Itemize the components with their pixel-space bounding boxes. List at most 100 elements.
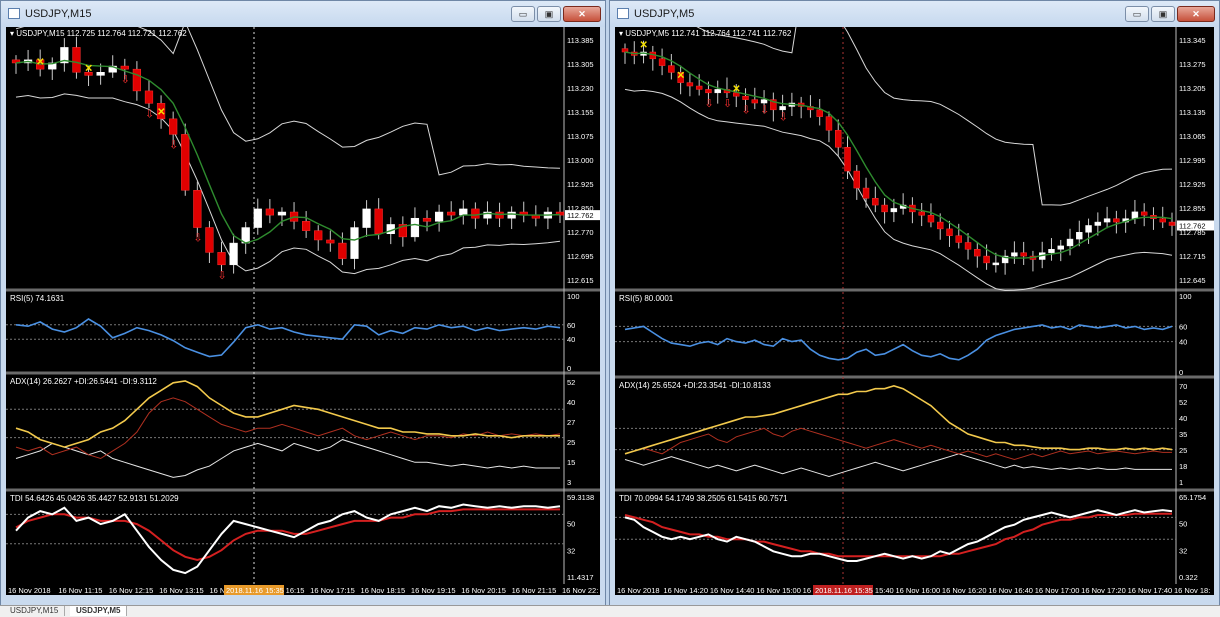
maximize-button[interactable]: ▣ (537, 6, 561, 22)
bear-candle (686, 82, 694, 87)
bollinger-upper-line (15, 27, 561, 176)
minus-di-line (15, 439, 560, 478)
bull-candle (410, 217, 420, 238)
price-axis-label: 113.345 (1179, 36, 1206, 45)
tab-usdjpy-m5[interactable]: USDJPY,M5 (70, 606, 128, 616)
sell-arrow-icon: ⇩ (742, 105, 751, 117)
bear-candle (169, 118, 178, 135)
adx-axis-label: 40 (1179, 414, 1187, 423)
bear-candle (217, 252, 226, 266)
adx-axis-label: 25 (1179, 446, 1187, 455)
price-panel-label: ▾ USDJPY,M15 112.725 112.764 112.721 112… (10, 29, 187, 38)
bear-candle (946, 228, 953, 236)
minimize-button[interactable]: ▭ (1125, 6, 1149, 22)
minimize-button[interactable]: ▭ (511, 6, 535, 22)
bear-candle (302, 221, 311, 231)
chart-window-m5[interactable]: USDJPY,M5 ▭ ▣ ✕ ✕ ✕ ✕ ⇩ ⇩ ⇩ ⇩ ⇩ 113.345 113.275 11… (609, 0, 1220, 606)
chart-canvas[interactable]: ✕ ✕ ✕ ⇩ ⇩ ⇩ ⇩ ⇩ 113.385 113.305 113.230 113.155 113.… (6, 27, 600, 595)
bull-candle (507, 211, 516, 219)
bear-candle (447, 211, 456, 216)
price-axis-label: 112.855 (1179, 204, 1206, 213)
price-axis-label: 113.155 (567, 108, 594, 117)
tdi-axis-label: 32 (1179, 546, 1187, 555)
time-axis-label: 16 Nov 16:40 (988, 586, 1033, 595)
rsi-axis-label: 60 (567, 321, 575, 330)
bear-candle (695, 85, 703, 90)
time-axis-label: 16 Nov 13:15 (159, 586, 204, 595)
adx-axis-label: 70 (1179, 382, 1187, 391)
tdi-axis-label: 59.3138 (567, 493, 594, 502)
bull-candle (890, 208, 898, 213)
close-button[interactable]: ✕ (1177, 6, 1215, 22)
adx-line (624, 384, 1173, 455)
time-axis-label: 16 Nov 17:40 (1128, 586, 1173, 595)
rsi-axis-label: 40 (567, 335, 575, 344)
chart-window-m15[interactable]: USDJPY,M15 ▭ ▣ ✕ ✕ ✕ ✕ ⇩ ⇩ ⇩ ⇩ ⇩ 113.385 113.305 1… (0, 0, 606, 606)
rsi-axis-label: 100 (567, 292, 580, 301)
bull-candle (1131, 211, 1139, 219)
adx-axis-label: 52 (567, 378, 575, 387)
minus-di-line (624, 453, 1172, 478)
sell-arrow-icon: ⇩ (779, 111, 788, 123)
bear-candle (658, 58, 666, 66)
rsi-panel-label: RSI(5) 80.0001 (619, 294, 674, 303)
bear-candle (835, 129, 842, 148)
sell-arrow-icon: ⇩ (704, 98, 713, 110)
time-axis-label: 16 Nov 22: (562, 586, 598, 595)
bear-candle (422, 217, 432, 222)
bear-candle (1159, 218, 1166, 223)
current-price-label: 112.762 (567, 211, 594, 220)
bear-candle (881, 204, 888, 213)
adx-axis-label: 1 (1179, 478, 1183, 487)
bull-candle (779, 106, 786, 111)
close-button[interactable]: ✕ (563, 6, 601, 22)
price-axis-label: 113.000 (567, 156, 594, 165)
bear-candle (144, 90, 154, 104)
bear-candle (132, 68, 142, 92)
bear-candle (471, 208, 480, 219)
bear-candle (955, 235, 962, 243)
sell-arrow-icon: ⇩ (760, 105, 769, 117)
bull-candle (1085, 225, 1092, 233)
bear-candle (844, 146, 851, 172)
time-axis-label: 16 Nov 14:40 (710, 586, 755, 595)
bull-candle (1094, 221, 1102, 226)
price-axis-label: 112.645 (1179, 276, 1206, 285)
adx-axis-label: 25 (567, 438, 575, 447)
time-axis-label: 16 Nov 17:20 (1081, 586, 1126, 595)
time-axis-label: 16 Nov 17:00 (1035, 586, 1080, 595)
price-axis-label: 113.305 (567, 60, 594, 69)
bear-candle (338, 242, 347, 259)
bull-candle (434, 211, 444, 222)
sell-arrow-icon: ⇩ (193, 233, 202, 245)
bull-candle (1048, 249, 1055, 253)
sell-arrow-icon: ⇩ (218, 270, 227, 282)
bollinger-lower-line (15, 93, 561, 275)
price-axis-label: 112.615 (567, 276, 594, 285)
time-axis-label: 16 Nov 18: (1174, 586, 1210, 595)
bear-candle (181, 134, 190, 191)
chart-canvas[interactable]: ✕ ✕ ✕ ⇩ ⇩ ⇩ ⇩ ⇩ 113.345 113.275 113.205 113.135 113.… (615, 27, 1214, 595)
window-titlebar[interactable]: USDJPY,M5 ▭ ▣ ✕ (610, 1, 1219, 27)
bear-candle (937, 221, 944, 230)
current-price-label: 112.762 (1179, 221, 1206, 230)
sell-arrow-icon: ⇩ (723, 98, 732, 110)
price-axis-label: 113.135 (1179, 108, 1206, 117)
cursor-time-label: 2018.11.16 15:35 (815, 586, 873, 595)
signal-x-icon: ✕ (640, 40, 648, 51)
signal-x-icon: ✕ (677, 71, 685, 82)
adx-axis-label: 3 (567, 478, 571, 487)
bear-candle (751, 99, 759, 104)
bear-candle (862, 187, 870, 199)
maximize-button[interactable]: ▣ (1151, 6, 1175, 22)
window-titlebar[interactable]: USDJPY,M15 ▭ ▣ ✕ (1, 1, 605, 27)
bear-candle (1168, 221, 1176, 226)
time-axis-label: 16 Nov 20:15 (461, 586, 506, 595)
bear-candle (983, 255, 990, 264)
bull-candle (277, 211, 287, 216)
price-axis-label: 112.770 (567, 228, 594, 237)
tab-usdjpy-m15[interactable]: USDJPY,M15 (4, 606, 66, 616)
price-axis-label: 113.075 (567, 132, 594, 141)
time-axis-label: 16 Nov 12:15 (109, 586, 154, 595)
bear-candle (193, 190, 202, 228)
